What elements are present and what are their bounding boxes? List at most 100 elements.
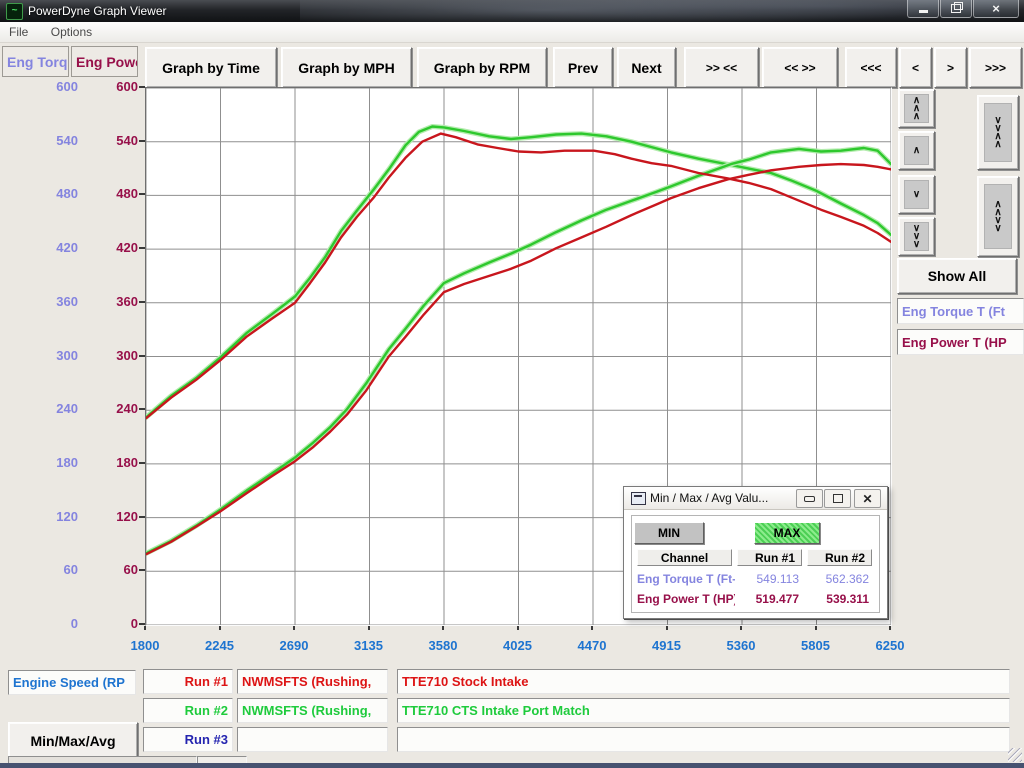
- minmax-dialog-titlebar[interactable]: Min / Max / Avg Valu... ✕: [624, 487, 887, 510]
- y-tick-label-torque: 180: [18, 455, 78, 470]
- dialog-restore-button[interactable]: [824, 489, 851, 508]
- run2-label: Run #2: [185, 703, 228, 718]
- row-power-run2-max: 539.311: [807, 592, 869, 606]
- chevron-up-icon: ∧: [913, 147, 920, 155]
- resize-grip-icon[interactable]: [1008, 748, 1022, 762]
- max-toggle-button[interactable]: MAX: [754, 522, 820, 544]
- app-icon: ~: [6, 3, 23, 20]
- column-header-channel[interactable]: Channel: [637, 549, 732, 566]
- triple-chevron-up-icon: ∧ ∧ ∧: [913, 97, 920, 121]
- scale-expand-button[interactable]: ∧ ∧ ∨ ∨: [977, 176, 1019, 257]
- run1-description-box: TTE710 Stock Intake: [397, 669, 1010, 694]
- y-tick-label-power: 0: [78, 616, 138, 631]
- run1-channel-box: NWMSFTS (Rushing,: [237, 669, 388, 694]
- scale-compress-button[interactable]: ∨ ∨ ∧ ∧: [977, 95, 1019, 170]
- graph-by-mph-button[interactable]: Graph by MPH: [281, 47, 412, 88]
- column-header-run2[interactable]: Run #2: [807, 549, 872, 566]
- menu-options[interactable]: Options: [42, 22, 101, 39]
- x-axis-channel-box[interactable]: Engine Speed (RP: [8, 670, 136, 695]
- min-toggle-button[interactable]: MIN: [634, 522, 704, 544]
- triple-chevron-down-icon: ∨ ∨ ∨: [913, 225, 920, 249]
- dialog-restore-icon: [833, 494, 843, 503]
- scroll-far-left-button[interactable]: <<<: [845, 47, 897, 88]
- x-tick-label: 5805: [786, 638, 846, 653]
- scroll-far-right-button[interactable]: >>>: [969, 47, 1022, 88]
- restore-button[interactable]: [940, 0, 972, 18]
- x-tick-label: 4025: [488, 638, 548, 653]
- run3-label-box: Run #3: [143, 727, 233, 752]
- window-title: PowerDyne Graph Viewer: [28, 4, 167, 18]
- run2-description-box: TTE710 CTS Intake Port Match: [397, 698, 1010, 723]
- y-tick-label-torque: 480: [18, 186, 78, 201]
- prev-button[interactable]: Prev: [553, 47, 613, 88]
- scroll-right-button[interactable]: >: [934, 47, 967, 88]
- dialog-minimize-icon: [804, 496, 815, 502]
- graph-by-rpm-button[interactable]: Graph by RPM: [417, 47, 547, 88]
- chevron-down-icon: ∨: [913, 191, 920, 199]
- minimize-button[interactable]: [907, 0, 939, 18]
- y-tick-label-torque: 360: [18, 294, 78, 309]
- legend-channel-torque[interactable]: Eng Torque T (Ft: [897, 298, 1024, 324]
- minmaxavg-button[interactable]: Min/Max/Avg: [8, 722, 138, 760]
- title-bar: ~ PowerDyne Graph Viewer ×: [0, 0, 1024, 22]
- row-power-channel: Eng Power T (HP): [637, 592, 735, 606]
- x-tick-mark: [442, 626, 444, 630]
- dialog-close-button[interactable]: ✕: [854, 489, 881, 508]
- menu-file[interactable]: File: [0, 22, 37, 39]
- minimize-icon: [919, 10, 928, 13]
- x-tick-label: 6250: [860, 638, 920, 653]
- run2-description: TTE710 CTS Intake Port Match: [402, 703, 590, 718]
- window-bottom-border: [0, 763, 1024, 768]
- show-all-button[interactable]: Show All: [897, 258, 1017, 294]
- x-axis-channel-label: Engine Speed (RP: [13, 675, 125, 690]
- close-button[interactable]: ×: [973, 0, 1019, 18]
- y-tick-label-power: 480: [78, 186, 138, 201]
- channel-move-up-button[interactable]: ∧: [898, 131, 935, 170]
- restore-icon: [951, 4, 961, 13]
- y-tick-label-power: 240: [78, 401, 138, 416]
- x-tick-mark: [517, 626, 519, 630]
- run2-label-box: Run #2: [143, 698, 233, 723]
- x-tick-mark: [368, 626, 370, 630]
- row-torque-run1-max: 549.113: [737, 572, 799, 586]
- y-tick-label-torque: 600: [18, 79, 78, 94]
- channel-move-top-button[interactable]: ∧ ∧ ∧: [898, 89, 935, 128]
- y-tick-label-power: 180: [78, 455, 138, 470]
- row-torque-channel: Eng Torque T (Ft-: [637, 572, 735, 586]
- x-tick-label: 4470: [562, 638, 622, 653]
- graph-by-time-button[interactable]: Graph by Time: [145, 47, 277, 88]
- y-axis-selector-power[interactable]: Eng Powe: [71, 46, 138, 77]
- next-button[interactable]: Next: [617, 47, 676, 88]
- y-tick-label-power: 600: [78, 79, 138, 94]
- legend-channel-torque-label: Eng Torque T (Ft: [902, 304, 1005, 319]
- legend-channel-power-label: Eng Power T (HP: [902, 335, 1007, 350]
- y-tick-label-torque: 420: [18, 240, 78, 255]
- y-axis-selector-power-label: Eng Powe: [76, 54, 138, 70]
- x-tick-mark: [591, 626, 593, 630]
- y-tick-label-power: 300: [78, 348, 138, 363]
- y-tick-label-torque: 300: [18, 348, 78, 363]
- zoom-out-x-button[interactable]: << >>: [762, 47, 838, 88]
- x-tick-mark: [889, 626, 891, 630]
- y-tick-label-power: 360: [78, 294, 138, 309]
- channel-move-bottom-button[interactable]: ∨ ∨ ∨: [898, 217, 935, 256]
- channel-move-down-button[interactable]: ∨: [898, 175, 935, 214]
- run1-label-box: Run #1: [143, 669, 233, 694]
- run1-description: TTE710 Stock Intake: [402, 674, 528, 689]
- x-tick-label: 3580: [413, 638, 473, 653]
- y-tick-label-power: 120: [78, 509, 138, 524]
- window-controls: ×: [906, 0, 1019, 18]
- run1-label: Run #1: [185, 674, 228, 689]
- dialog-minimize-button[interactable]: [796, 489, 823, 508]
- scroll-left-button[interactable]: <: [899, 47, 932, 88]
- y-axis-selector-torque[interactable]: Eng Torq: [2, 46, 69, 77]
- dialog-icon: [631, 492, 646, 505]
- row-power-run1-max: 519.477: [737, 592, 799, 606]
- legend-channel-power[interactable]: Eng Power T (HP: [897, 329, 1024, 355]
- run2-channel: NWMSFTS (Rushing,: [242, 703, 371, 718]
- y-tick-label-torque: 120: [18, 509, 78, 524]
- column-header-run1[interactable]: Run #1: [737, 549, 802, 566]
- y-tick-label-power: 540: [78, 133, 138, 148]
- minmax-dialog-title: Min / Max / Avg Valu...: [650, 491, 768, 505]
- zoom-in-x-button[interactable]: >> <<: [684, 47, 759, 88]
